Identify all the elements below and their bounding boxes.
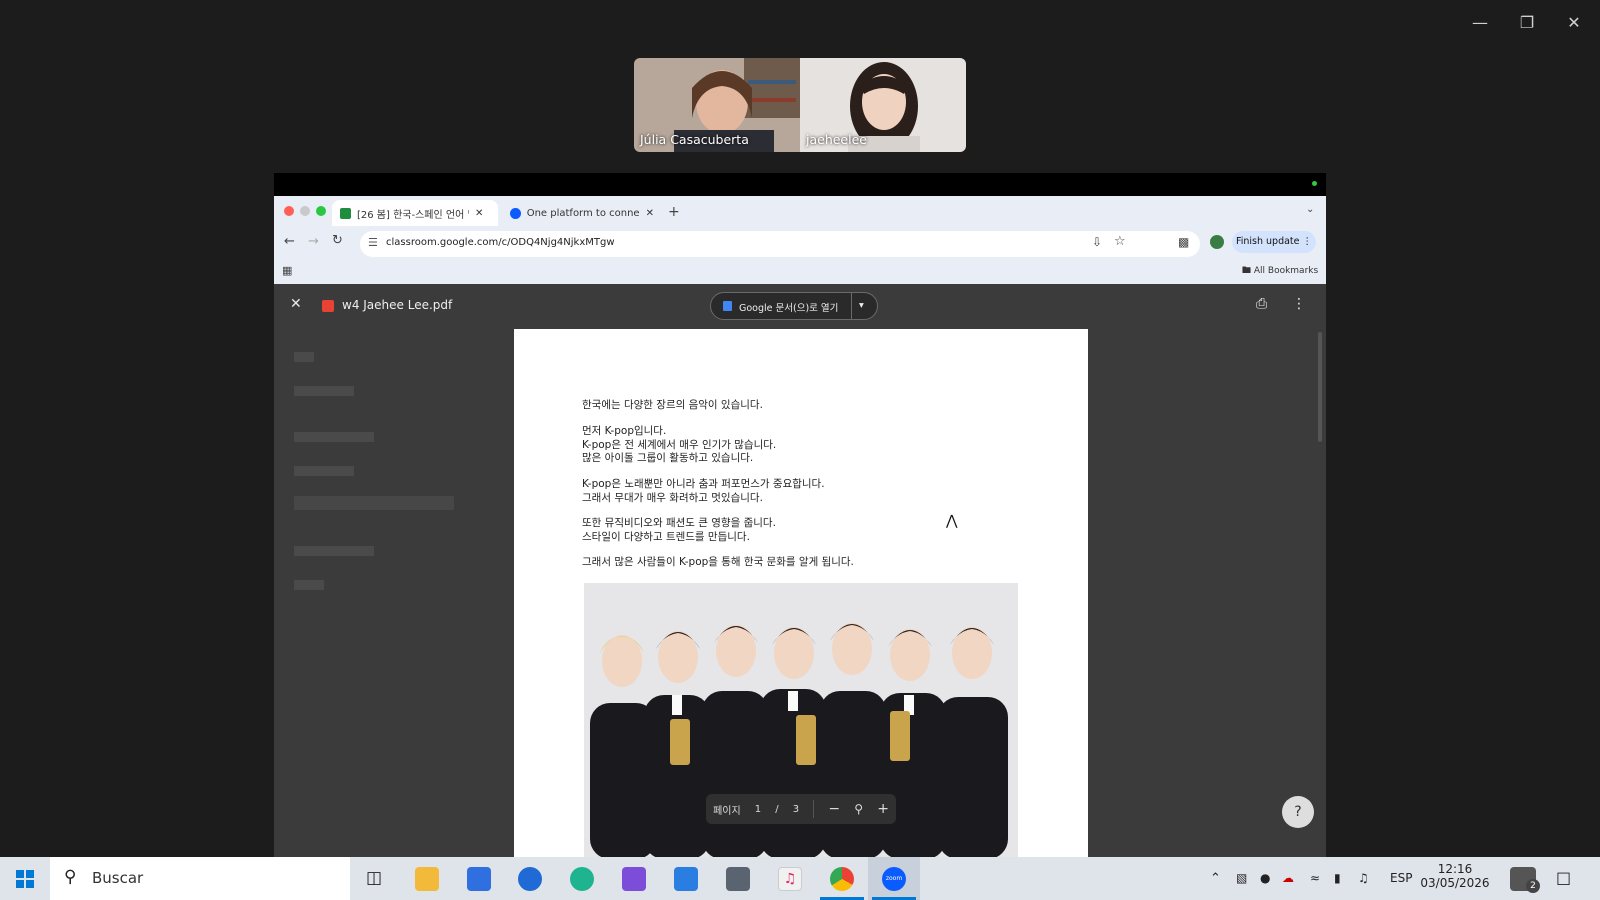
total-pages: 3 [792, 803, 800, 815]
clock[interactable]: 12:16 03/05/2026 [1420, 862, 1490, 890]
page-navigator: 페이지 1 / 3 − ⚲ + [706, 794, 896, 824]
clock-date: 03/05/2026 [1420, 876, 1490, 890]
file-explorer-icon[interactable] [415, 867, 439, 891]
tab-zoom[interactable]: One platform to connect | Zo ✕ [502, 200, 662, 226]
participant-tile[interactable]: jaeheelee [800, 58, 966, 152]
browser-chrome: [26 봄] 한국-스페인 언어 및 문화 ✕ One platform to … [274, 196, 1326, 284]
profile-avatar[interactable] [1210, 235, 1224, 249]
tab-close-icon[interactable]: ✕ [475, 208, 483, 219]
scrollbar-thumb[interactable] [1318, 332, 1322, 442]
back-icon[interactable]: ← [284, 234, 295, 249]
doc-line: 먼저 K-pop입니다. [582, 425, 667, 437]
mac-zoom-icon[interactable] [316, 206, 326, 216]
address-bar[interactable]: ☰ classroom.google.com/c/ODQ4Njg4NjkxMTg… [360, 231, 1200, 257]
language-indicator[interactable]: ESP [1390, 871, 1412, 885]
all-bookmarks-button[interactable]: 🖿 All Bookmarks [1242, 263, 1318, 279]
doc-line: 그래서 무대가 매우 화려하고 멋있습니다. [582, 492, 763, 504]
search-box[interactable]: ⚲ Buscar [50, 857, 350, 900]
doc-line: 한국에는 다양한 장르의 음악이 있습니다. [582, 399, 763, 411]
calendar-icon[interactable] [674, 867, 698, 891]
button-divider [851, 293, 852, 319]
reload-icon[interactable]: ↻ [332, 233, 343, 248]
bookmark-star-icon[interactable]: ☆ [1114, 234, 1126, 249]
tab-search-chevron-icon[interactable]: ⌄ [1306, 204, 1314, 215]
dropdown-arrow-icon[interactable]: ▾ [859, 300, 864, 311]
background-sidebar [294, 344, 474, 604]
microphone-icon[interactable]: ● [1260, 871, 1270, 885]
more-options-icon[interactable]: ⋮ [1292, 296, 1306, 312]
doc-line: 또한 뮤직비디오와 패션도 큰 영향을 줍니다. [582, 517, 776, 529]
participant-name: Júlia Casacuberta [640, 132, 749, 147]
outlook-icon[interactable] [518, 867, 542, 891]
close-icon[interactable]: ✕ [1558, 12, 1590, 34]
help-icon[interactable]: ? [1282, 796, 1314, 828]
apps-grid-icon[interactable]: ▦ [282, 264, 292, 277]
notification-center-icon[interactable]: □ [1556, 868, 1571, 887]
pager-divider [813, 800, 815, 818]
participant-name: jaeheelee [806, 132, 867, 147]
page-separator: / [775, 803, 779, 815]
minimize-icon[interactable]: — [1464, 12, 1496, 34]
zoom-taskbar-slot[interactable]: zoom [868, 857, 920, 900]
calculator-icon[interactable] [726, 867, 750, 891]
wifi-icon[interactable]: ≈ [1310, 871, 1320, 885]
close-viewer-icon[interactable]: ✕ [290, 296, 302, 312]
zoom-out-icon[interactable]: − [828, 801, 840, 817]
task-view-icon[interactable]: ◫ [366, 868, 382, 888]
zoom-in-icon[interactable]: + [877, 801, 889, 817]
microsoft-365-icon[interactable] [622, 867, 646, 891]
finish-update-button[interactable]: Finish update ⋮ [1232, 231, 1316, 253]
doc-line: 스타일이 다양하고 트렌드를 만듭니다. [582, 531, 750, 543]
install-icon[interactable]: ⇩ [1092, 235, 1102, 249]
windows-start-icon[interactable] [16, 870, 34, 888]
restore-icon[interactable]: ❐ [1511, 12, 1543, 34]
file-name: w4 Jaehee Lee.pdf [342, 298, 453, 312]
search-icon: ⚲ [64, 867, 77, 887]
mac-close-icon[interactable] [284, 206, 294, 216]
clock-time: 12:16 [1437, 862, 1473, 876]
classroom-icon [340, 207, 351, 219]
search-placeholder: Buscar [92, 869, 144, 887]
page-label: 페이지 [713, 805, 741, 817]
forward-icon[interactable]: → [308, 234, 319, 249]
pdf-page: 한국에는 다양한 장르의 음악이 있습니다. 먼저 K-pop입니다. K-po… [514, 329, 1088, 857]
sharing-indicator-icon [1312, 181, 1317, 186]
google-docs-icon [723, 301, 732, 311]
text-cursor-icon: ⋀ [946, 513, 958, 529]
site-info-icon[interactable]: ☰ [368, 236, 378, 249]
notification-badge: 2 [1526, 879, 1540, 893]
zoom-icon[interactable]: ⚲ [854, 802, 863, 816]
mac-minimize-icon[interactable] [300, 206, 310, 216]
pdf-file-icon [322, 300, 334, 312]
volume-icon[interactable]: ♫ [1358, 871, 1369, 885]
pdf-viewer: ✕ w4 Jaehee Lee.pdf Google 문서(으)로 열기 ▾ ⎙… [274, 284, 1326, 857]
extensions-icon[interactable]: ▩ [1178, 235, 1189, 249]
itunes-icon[interactable]: ♫ [778, 867, 802, 891]
battery-icon[interactable]: ▮ [1334, 871, 1341, 885]
new-tab-icon[interactable]: + [668, 204, 680, 220]
chrome-icon[interactable] [830, 867, 854, 891]
tab-close-icon[interactable]: ✕ [646, 208, 654, 219]
show-hidden-icons-icon[interactable]: ⌃ [1210, 871, 1221, 886]
meet-now-icon[interactable]: ▧ [1236, 871, 1247, 885]
doc-line: 많은 아이돌 그룹이 활동하고 있습니다. [582, 452, 754, 464]
microsoft-store-icon[interactable] [467, 867, 491, 891]
current-page[interactable]: 1 [755, 804, 761, 815]
zoom-icon-app: zoom [882, 867, 906, 891]
participant-tile[interactable]: Júlia Casacuberta [634, 58, 800, 152]
zoom-tab-icon [510, 207, 521, 219]
doc-line: 그래서 많은 사람들이 K-pop을 통해 한국 문화를 알게 됩니다. [582, 556, 854, 568]
print-icon[interactable]: ⎙ [1256, 296, 1267, 312]
shared-screen: [26 봄] 한국-스페인 언어 및 문화 ✕ One platform to … [274, 173, 1326, 857]
onedrive-status-icon[interactable]: ☁ [1282, 871, 1294, 885]
open-with-docs-button[interactable]: Google 문서(으)로 열기 ▾ [710, 292, 878, 320]
doc-line: K-pop은 노래뿐만 아니라 춤과 퍼포먼스가 중요합니다. [582, 478, 825, 490]
tab-classroom[interactable]: [26 봄] 한국-스페인 언어 및 문화 ✕ [332, 200, 498, 226]
taskbar: ⚲ Buscar ◫ ♫ zoom ⌃ ▧ ● ☁ ≈ ▮ ♫ ESP 12:1… [0, 857, 1600, 900]
edge-icon[interactable] [570, 867, 594, 891]
